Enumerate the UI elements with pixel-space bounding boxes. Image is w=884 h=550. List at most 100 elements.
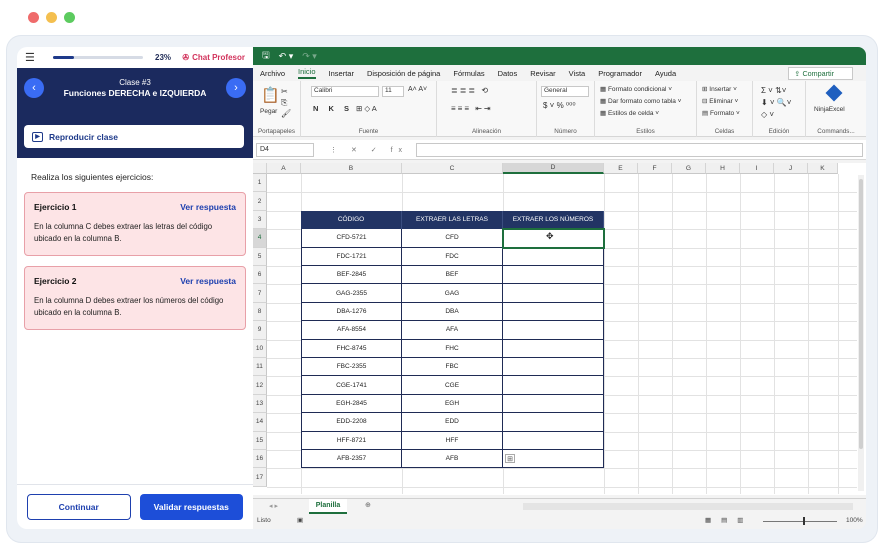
table-cell[interactable]: [503, 321, 604, 340]
insert-cells-button[interactable]: ⊞ Insertar ˅: [702, 85, 737, 93]
paste-label[interactable]: Pegar: [260, 108, 277, 115]
table-cell[interactable]: [503, 413, 604, 432]
row-header[interactable]: 16: [253, 450, 267, 469]
close-dot[interactable]: [28, 12, 39, 23]
autosum-sort-icon[interactable]: Σ ˅ ⇅˅ ⬇ ˅ 🔍˅ ◇ ˅: [761, 85, 791, 121]
row-header[interactable]: 12: [253, 376, 267, 395]
tab-programador[interactable]: Programador: [598, 69, 642, 78]
table-cell[interactable]: [503, 450, 604, 469]
column-header-k[interactable]: K: [808, 163, 838, 174]
share-button[interactable]: ⇪ Compartir: [788, 66, 853, 80]
name-box[interactable]: D4: [256, 142, 314, 157]
row-header[interactable]: 1: [253, 174, 267, 193]
row-header[interactable]: 10: [253, 339, 267, 358]
table-cell[interactable]: FHC: [402, 339, 503, 358]
table-cell[interactable]: GAG-2355: [301, 284, 402, 303]
table-cell[interactable]: BEF: [402, 266, 503, 285]
column-header-c[interactable]: C: [402, 163, 503, 174]
minimize-dot[interactable]: [46, 12, 57, 23]
table-cell[interactable]: AFB-2357: [301, 450, 402, 469]
table-header-cell[interactable]: CÓDIGO: [301, 210, 402, 230]
column-header-i[interactable]: I: [740, 163, 774, 174]
table-cell[interactable]: [503, 358, 604, 377]
tab-formulas[interactable]: Fórmulas: [453, 69, 484, 78]
play-class-button[interactable]: ▶ Reproducir clase: [24, 125, 244, 148]
table-cell[interactable]: HFF: [402, 431, 503, 450]
undo-icon[interactable]: ↶ ▾: [279, 51, 294, 62]
menu-icon[interactable]: ☰: [25, 51, 39, 64]
column-header-g[interactable]: G: [672, 163, 706, 174]
select-all-corner[interactable]: [253, 163, 267, 174]
row-header[interactable]: 15: [253, 431, 267, 450]
delete-cells-button[interactable]: ⊟ Eliminar ˅: [702, 97, 738, 105]
view-answer-link[interactable]: Ver respuesta: [180, 276, 236, 286]
table-cell[interactable]: [503, 247, 604, 266]
continue-button[interactable]: Continuar: [27, 494, 131, 520]
column-header-d[interactable]: D: [503, 163, 604, 174]
column-header-e[interactable]: E: [604, 163, 638, 174]
table-cell[interactable]: [503, 284, 604, 303]
view-mode-icons[interactable]: ▦▤▥: [705, 516, 753, 524]
font-size-select[interactable]: 11: [382, 86, 404, 97]
row-header[interactable]: 8: [253, 302, 267, 322]
align-left-icon[interactable]: ≡≡≡ ⇤⇥: [451, 104, 493, 113]
table-cell[interactable]: AFA: [402, 321, 503, 340]
ninja-excel-icon[interactable]: [825, 84, 843, 102]
font-name-select[interactable]: Calibri: [311, 86, 379, 97]
maximize-dot[interactable]: [64, 12, 75, 23]
font-grow-icon[interactable]: A˄ A˅: [408, 86, 427, 93]
table-cell[interactable]: FBC: [402, 358, 503, 377]
zoom-slider-thumb[interactable]: [803, 517, 805, 525]
column-header-a[interactable]: A: [267, 163, 301, 174]
table-cell[interactable]: FDC: [402, 247, 503, 266]
row-header[interactable]: 3: [253, 210, 267, 230]
sheet-nav-icon[interactable]: ◂ ▸: [269, 502, 278, 510]
paste-icon[interactable]: 📋: [261, 86, 280, 104]
table-cell[interactable]: [503, 394, 604, 414]
ninja-excel-label[interactable]: NinjaExcel: [814, 106, 845, 113]
conditional-format-button[interactable]: ▦ Formato condicional ˅: [600, 85, 672, 93]
scroll-thumb[interactable]: [859, 179, 863, 449]
tab-revisar[interactable]: Revisar: [530, 69, 555, 78]
row-header[interactable]: 6: [253, 266, 267, 285]
table-header-cell[interactable]: EXTRAER LOS NÚMEROS: [503, 210, 604, 230]
table-cell[interactable]: [503, 431, 604, 450]
table-cell[interactable]: [503, 376, 604, 395]
table-cell[interactable]: DBA: [402, 302, 503, 322]
quick-analysis-icon[interactable]: ⊞: [505, 454, 515, 464]
spreadsheet-grid[interactable]: A B C D E F G H I J K 1 2 3 4 5 6 7 8 9 10 11 12 13 14 15 16 17 CÓDI…: [253, 163, 866, 495]
tab-vista[interactable]: Vista: [569, 69, 586, 78]
table-cell[interactable]: AFB: [402, 450, 503, 469]
format-table-button[interactable]: ▦ Dar formato como tabla ˅: [600, 97, 681, 105]
column-header-b[interactable]: B: [301, 163, 402, 174]
vertical-scrollbar[interactable]: [858, 175, 864, 491]
table-cell[interactable]: GAG: [402, 284, 503, 303]
table-cell[interactable]: CGE: [402, 376, 503, 395]
table-cell[interactable]: FBC-2355: [301, 358, 402, 377]
row-header[interactable]: 2: [253, 192, 267, 211]
row-header[interactable]: 14: [253, 413, 267, 432]
row-header[interactable]: 4: [253, 229, 267, 248]
zoom-slider[interactable]: [763, 521, 837, 522]
tab-inicio[interactable]: Inicio: [298, 67, 316, 79]
tab-ayuda[interactable]: Ayuda: [655, 69, 676, 78]
column-header-j[interactable]: J: [774, 163, 808, 174]
table-cell[interactable]: [503, 266, 604, 285]
align-top-icon[interactable]: ≣≣≣ ⟲: [451, 86, 490, 95]
table-cell[interactable]: BEF-2845: [301, 266, 402, 285]
table-cell[interactable]: CGE-1741: [301, 376, 402, 395]
view-answer-link[interactable]: Ver respuesta: [180, 202, 236, 212]
formula-icons[interactable]: ⋮ ✕ ✓ fx: [330, 146, 408, 154]
validate-button[interactable]: Validar respuestas: [139, 494, 243, 520]
column-header-f[interactable]: F: [638, 163, 672, 174]
row-header[interactable]: 5: [253, 247, 267, 266]
table-cell[interactable]: [503, 302, 604, 322]
table-cell[interactable]: FHC-8745: [301, 339, 402, 358]
bold-italic-underline-icon[interactable]: N K S: [313, 104, 353, 113]
row-header[interactable]: 17: [253, 468, 267, 487]
sheet-tab-planilla[interactable]: Planilla: [309, 499, 347, 514]
prev-class-button[interactable]: ‹: [24, 78, 44, 98]
table-cell[interactable]: CFD: [402, 229, 503, 248]
formula-input[interactable]: [416, 142, 863, 157]
currency-percent-icon[interactable]: $ ˅ % ⁰⁰⁰: [543, 101, 576, 110]
